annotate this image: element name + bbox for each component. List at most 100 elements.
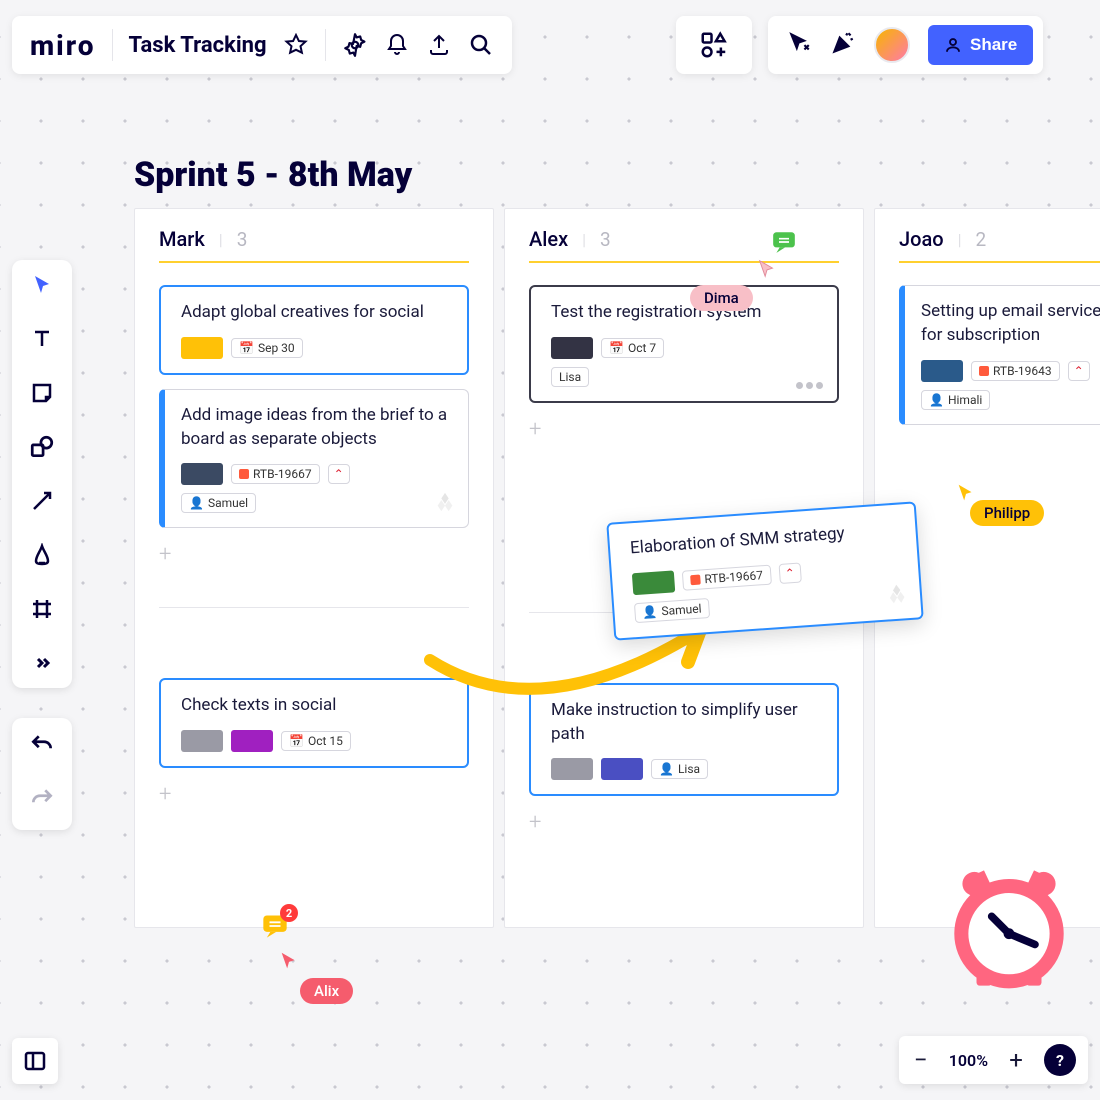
assignee-chip: 👤Lisa xyxy=(651,759,708,779)
task-card[interactable]: Setting up email services for subscripti… xyxy=(899,285,1100,425)
side-toolbar xyxy=(12,260,72,688)
column-header: Joao | 2 xyxy=(899,227,1100,251)
card-title: Test the registration system xyxy=(551,301,821,325)
task-card[interactable]: Check texts in social 📅 Oct 15 xyxy=(159,678,469,768)
label-swatch-purple xyxy=(231,730,273,752)
add-card-button[interactable]: + xyxy=(529,417,839,442)
column-header: Mark | 3 xyxy=(159,227,469,251)
column-name[interactable]: Mark xyxy=(159,227,205,251)
frame-icon[interactable] xyxy=(27,594,57,624)
due-date-chip: 📅 Oct 15 xyxy=(281,731,351,751)
cursor-present-icon[interactable] xyxy=(786,30,812,60)
shapes-icon[interactable] xyxy=(27,432,57,462)
zoom-level[interactable]: 100% xyxy=(949,1051,988,1070)
board-name[interactable]: Task Tracking xyxy=(129,33,267,58)
comment-indicator-green[interactable] xyxy=(770,229,798,259)
due-date-chip: 📅 Sep 30 xyxy=(231,338,303,358)
card-assignee-row: 👤Himali xyxy=(921,390,1100,410)
card-meta-row: RTB-19643 ⌃ xyxy=(921,360,1100,382)
comment-indicator-yellow[interactable]: 2 xyxy=(260,912,290,944)
jira-chip: RTB-19667 xyxy=(231,464,320,484)
undo-icon[interactable] xyxy=(29,732,55,762)
column-count: 3 xyxy=(600,228,611,251)
apps-button[interactable] xyxy=(676,16,752,74)
more-tools-icon[interactable] xyxy=(27,648,57,678)
remote-cursor-icon xyxy=(955,482,977,504)
divider xyxy=(325,29,326,61)
card-title: Elaboration of SMM strategy xyxy=(629,519,900,562)
priority-high-icon: ⌃ xyxy=(778,562,801,583)
reactions-confetti-icon[interactable] xyxy=(830,30,856,60)
jira-chip: RTB-19667 xyxy=(682,564,772,590)
pen-draw-icon[interactable] xyxy=(27,540,57,570)
divider: | xyxy=(219,230,223,249)
remote-cursor-label: Dima xyxy=(690,285,753,311)
column-underline xyxy=(529,261,839,263)
jira-cloud-icon xyxy=(885,582,909,609)
add-card-button[interactable]: + xyxy=(159,782,469,807)
select-cursor-icon[interactable] xyxy=(27,270,57,300)
card-title: Add image ideas from the brief to a boar… xyxy=(181,404,452,452)
priority-high-icon: ⌃ xyxy=(328,464,350,484)
share-label: Share xyxy=(970,35,1017,55)
label-swatch-dark xyxy=(551,337,593,359)
task-card[interactable]: Add image ideas from the brief to a boar… xyxy=(159,389,469,529)
card-meta-row: RTB-19667 ⌃ xyxy=(181,463,452,485)
add-card-button[interactable]: + xyxy=(159,542,469,567)
due-date-chip: 📅 Oct 7 xyxy=(601,338,664,358)
card-assignee-row: Lisa xyxy=(551,367,821,387)
settings-gear-icon[interactable] xyxy=(342,32,368,58)
card-title: Setting up email services for subscripti… xyxy=(921,300,1100,348)
card-meta-row: 👤Lisa xyxy=(551,758,821,780)
share-button[interactable]: Share xyxy=(928,25,1033,65)
redo-icon[interactable] xyxy=(29,786,55,816)
remote-cursor-label: Alix xyxy=(300,978,353,1004)
task-card[interactable]: Adapt global creatives for social 📅 Sep … xyxy=(159,285,469,375)
assignee-chip: 👤Himali xyxy=(921,390,990,410)
column-mark[interactable]: Mark | 3 Adapt global creatives for soci… xyxy=(134,208,494,928)
timer-clock-icon[interactable] xyxy=(944,860,1074,994)
column-count: 2 xyxy=(976,228,987,251)
topbar-left: miro Task Tracking xyxy=(12,16,512,74)
minimap-toggle-button[interactable] xyxy=(12,1038,58,1084)
search-icon[interactable] xyxy=(468,32,494,58)
label-swatch-blue xyxy=(921,360,963,382)
export-upload-icon[interactable] xyxy=(426,32,452,58)
card-title: Adapt global creatives for social xyxy=(181,301,451,325)
column-count: 3 xyxy=(237,228,248,251)
label-swatch-yellow xyxy=(181,337,223,359)
help-button[interactable]: ? xyxy=(1044,1044,1076,1076)
priority-high-icon: ⌃ xyxy=(1068,361,1090,381)
card-meta-row: 📅 Sep 30 xyxy=(181,337,451,359)
dragging-card[interactable]: Elaboration of SMM strategy RTB-19667 ⌃ … xyxy=(606,501,923,640)
column-underline xyxy=(899,261,1100,263)
zoom-out-button[interactable]: − xyxy=(911,1046,931,1074)
divider xyxy=(112,29,113,61)
assignee-chip: 👤Samuel xyxy=(181,493,256,513)
column-name[interactable]: Alex xyxy=(529,227,568,251)
sprint-title[interactable]: Sprint 5 - 8th May xyxy=(134,155,412,195)
topbar-right: Share xyxy=(768,16,1043,74)
label-swatch-indigo xyxy=(601,758,643,780)
label-swatch-gray xyxy=(551,758,593,780)
card-meta-row: 📅 Oct 15 xyxy=(181,730,451,752)
card-assignee-row: 👤Samuel xyxy=(181,493,452,513)
label-swatch-gray xyxy=(181,730,223,752)
app-logo[interactable]: miro xyxy=(30,29,96,62)
notifications-bell-icon[interactable] xyxy=(384,32,410,58)
assignee-chip: Lisa xyxy=(551,367,589,387)
label-swatch-green xyxy=(632,570,675,595)
divider: | xyxy=(958,230,962,249)
card-meta-row: 📅 Oct 7 xyxy=(551,337,821,359)
task-card[interactable]: Test the registration system 📅 Oct 7 Lis… xyxy=(529,285,839,403)
add-card-button[interactable]: + xyxy=(529,810,839,835)
sticky-note-icon[interactable] xyxy=(27,378,57,408)
text-icon[interactable] xyxy=(27,324,57,354)
user-avatar[interactable] xyxy=(874,27,910,63)
zoom-in-button[interactable]: + xyxy=(1006,1046,1026,1074)
arrow-line-icon[interactable] xyxy=(27,486,57,516)
star-icon[interactable] xyxy=(283,32,309,58)
column-name[interactable]: Joao xyxy=(899,227,944,251)
task-card[interactable]: Make instruction to simplify user path 👤… xyxy=(529,683,839,797)
remote-cursor-icon xyxy=(756,258,778,280)
